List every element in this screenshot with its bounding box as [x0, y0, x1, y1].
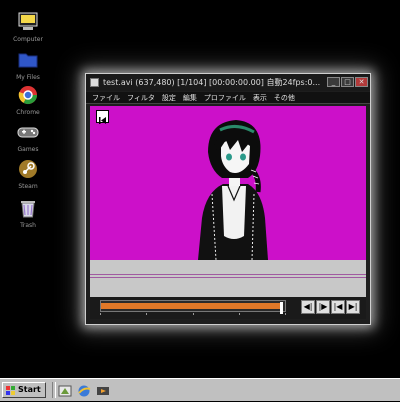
start-button[interactable]: Start	[2, 382, 46, 398]
taskbar: Start	[0, 378, 400, 401]
start-label: Start	[18, 385, 41, 394]
trash-icon	[16, 196, 40, 220]
desktop-icon-my-files[interactable]: My Files	[8, 48, 48, 81]
seek-tick	[193, 313, 194, 315]
menu-edit[interactable]: 編集	[183, 92, 197, 103]
control-bar: ◀| |▶ |◀ ▶|	[90, 297, 366, 319]
seek-tick	[146, 313, 147, 315]
windows-logo-icon	[6, 386, 15, 395]
taskbar-separator	[52, 382, 56, 398]
window-titlebar[interactable]: test.avi (637,480) [1/104] [00:00:00.00]…	[86, 74, 370, 91]
browser-icon[interactable]	[77, 383, 91, 397]
maximize-button[interactable]: □	[341, 77, 354, 87]
steam-icon	[16, 157, 40, 181]
anime-girl-image	[198, 120, 268, 260]
close-button[interactable]: ✕	[355, 77, 368, 87]
desktop-icon-label: Steam	[18, 183, 38, 190]
seek-ticks	[100, 313, 286, 316]
desktop-icon-label: Chrome	[16, 109, 40, 116]
menu-other[interactable]: その他	[274, 92, 295, 103]
desktop-icon-label: My Files	[16, 74, 40, 81]
video-frame	[90, 106, 366, 260]
desktop-icon-label: Games	[17, 146, 39, 153]
jump-next-button[interactable]: ▶|	[346, 300, 360, 314]
app-icon	[90, 78, 99, 87]
desktop-icon-chrome[interactable]: Chrome	[8, 83, 48, 116]
seek-bar[interactable]	[100, 300, 286, 314]
folder-icon	[16, 48, 40, 72]
menu-file[interactable]: ファイル	[92, 92, 120, 103]
window-title: test.avi (637,480) [1/104] [00:00:00.00]…	[103, 78, 321, 87]
menu-profile[interactable]: プロファイル	[204, 92, 246, 103]
desktop-icon-computer[interactable]: Computer	[8, 10, 48, 43]
video-player-window[interactable]: test.avi (637,480) [1/104] [00:00:00.00]…	[85, 73, 371, 325]
desktop-icon-label: Trash	[20, 222, 36, 229]
desktop-icon-games[interactable]: Games	[8, 120, 48, 153]
jump-prev-button[interactable]: |◀	[331, 300, 345, 314]
menu-view[interactable]: 表示	[253, 92, 267, 103]
computer-icon	[16, 10, 40, 34]
desktop-icon-trash[interactable]: Trash	[8, 196, 48, 229]
chrome-icon	[16, 83, 40, 107]
menu-bar: ファイル フィルタ 設定 編集 プロファイル 表示 その他	[86, 92, 370, 104]
step-back-button[interactable]: ◀|	[301, 300, 315, 314]
timeline-line	[90, 277, 366, 278]
timeline-area	[90, 260, 366, 297]
menu-filter[interactable]: フィルタ	[127, 92, 155, 103]
media-icon[interactable]	[96, 383, 110, 397]
timeline-line	[90, 274, 366, 275]
step-forward-button[interactable]: |▶	[316, 300, 330, 314]
minimize-button[interactable]: _	[327, 77, 340, 87]
menu-settings[interactable]: 設定	[162, 92, 176, 103]
desktop-icon-label: Computer	[13, 36, 43, 43]
seek-tick	[239, 313, 240, 315]
desktop-icon-steam[interactable]: Steam	[8, 157, 48, 190]
show-desktop-icon[interactable]	[58, 383, 72, 397]
seek-progress	[101, 302, 284, 314]
seek-tick	[100, 313, 101, 315]
gamepad-icon	[16, 120, 40, 144]
seek-tick	[285, 313, 286, 315]
